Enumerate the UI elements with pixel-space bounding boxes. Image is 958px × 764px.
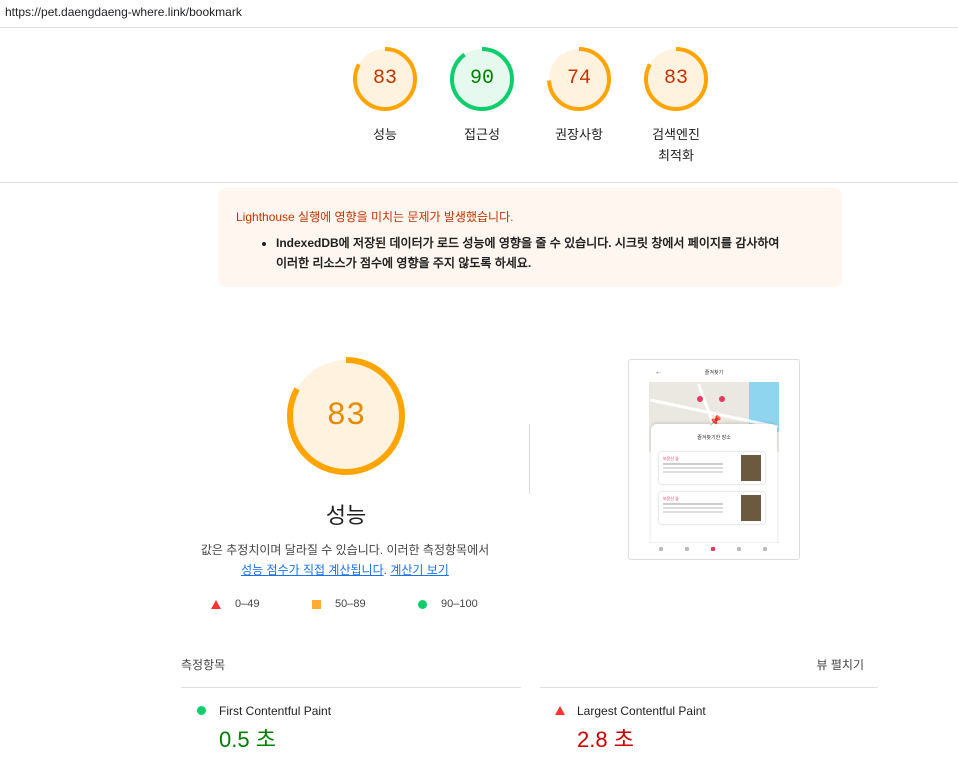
map-marker-icon xyxy=(697,396,703,402)
vertical-divider xyxy=(529,424,530,494)
warning-list: IndexedDB에 저장된 데이터가 로드 성능에 영향을 줄 수 있습니다.… xyxy=(236,233,824,273)
metrics-header: 측정항목 뷰 펼치기 xyxy=(181,656,878,676)
gauge-best-practices[interactable]: 74 권장사항 xyxy=(529,44,629,145)
legend-item-good: 90–100 xyxy=(418,598,478,610)
heart-icon xyxy=(711,547,715,551)
place-image xyxy=(741,495,761,521)
map-marker-icon xyxy=(719,396,725,402)
warning-item-line1: IndexedDB에 저장된 데이터가 로드 성능에 영향을 줄 수 있습니다.… xyxy=(276,236,780,250)
place-lines xyxy=(663,463,723,465)
gauge-seo[interactable]: 83 검색엔진 최적화 xyxy=(626,44,726,166)
nav-icon xyxy=(685,547,689,551)
phone-screenshot: ← 즐겨찾기 📌 즐겨찾기한 장소 보문산 숲 보문산 숲 xyxy=(649,364,779,556)
desc-text: 값은 추정치이며 달라질 수 있습니다. 이러한 측정항목에서 xyxy=(200,543,490,557)
circle-icon xyxy=(197,706,206,715)
place-card: 보문산 숲 xyxy=(659,452,765,484)
gauge-score: 90 xyxy=(469,67,494,90)
legend-item-average: 50–89 xyxy=(312,598,366,610)
metric-name: Largest Contentful Paint xyxy=(577,704,706,718)
warning-title: Lighthouse 실행에 영향을 미치는 문제가 발생했습니다. xyxy=(236,210,514,224)
metric-value: 2.8 초 xyxy=(577,727,634,752)
sheet-title: 즐겨찾기한 장소 xyxy=(697,435,731,441)
gauge-label: 성능 xyxy=(373,127,397,142)
gauge-label-line2: 최적화 xyxy=(658,148,694,163)
bookmark-sheet: 📌 즐겨찾기한 장소 보문산 숲 보문산 숲 xyxy=(651,416,777,556)
performance-title: 성능 xyxy=(325,503,367,528)
place-card: 보문산 숲 xyxy=(659,492,765,524)
warning-box: Lighthouse 실행에 영향을 미치는 문제가 발생했습니다. Index… xyxy=(218,188,842,287)
legend-range: 0–49 xyxy=(235,598,260,610)
expand-view-toggle[interactable]: 뷰 펼치기 xyxy=(817,656,865,673)
warning-item: IndexedDB에 저장된 데이터가 로드 성능에 영향을 줄 수 있습니다.… xyxy=(276,233,824,273)
gauge-performance[interactable]: 83 성능 xyxy=(335,44,435,145)
url-text: https://pet.daengdaeng-where.link/bookma… xyxy=(5,5,242,19)
metric-value: 0.5 초 xyxy=(219,727,276,752)
legend-range: 50–89 xyxy=(335,598,366,610)
nav-icon xyxy=(737,547,741,551)
metrics-title: 측정항목 xyxy=(181,658,226,672)
place-lines xyxy=(663,503,723,505)
score-gauges: 83 성능 90 접근성 74 권장사항 83 검색엔진 최적화 xyxy=(0,44,958,174)
divider xyxy=(0,182,958,183)
phone-header-title: 즐겨찾기 xyxy=(704,370,724,376)
circle-icon xyxy=(418,599,427,609)
warning-item-line2: 이러한 리소스가 점수에 영향을 주지 않도록 하세요. xyxy=(276,256,532,270)
divider xyxy=(540,687,878,688)
place-image xyxy=(741,455,761,481)
gauge-score: 83 xyxy=(372,67,397,90)
performance-score: 83 xyxy=(326,397,366,434)
metric-name: First Contentful Paint xyxy=(219,704,332,718)
score-calc-link[interactable]: 성능 점수가 직접 계산됩니다 xyxy=(241,563,383,577)
address-bar[interactable]: https://pet.daengdaeng-where.link/bookma… xyxy=(0,0,958,28)
gauge-score: 83 xyxy=(663,67,688,90)
triangle-icon xyxy=(555,706,565,715)
square-icon xyxy=(312,599,321,609)
gauge-label: 검색엔진 최적화 xyxy=(626,124,726,166)
gauge-label-line1: 검색엔진 xyxy=(652,127,700,142)
performance-description: 값은 추정치이며 달라질 수 있습니다. 이러한 측정항목에서 성능 점수가 직… xyxy=(180,540,510,580)
triangle-icon xyxy=(211,599,221,609)
phone-header: ← 즐겨찾기 xyxy=(649,364,779,382)
final-screenshot[interactable]: ← 즐겨찾기 📌 즐겨찾기한 장소 보문산 숲 보문산 숲 xyxy=(628,359,800,560)
gauge-accessibility[interactable]: 90 접근성 xyxy=(432,44,532,145)
place-title: 보문산 숲 xyxy=(663,456,679,461)
nav-icon xyxy=(659,547,663,551)
calculator-link[interactable]: 계산기 보기 xyxy=(390,563,449,577)
back-arrow-icon: ← xyxy=(655,369,662,376)
gauge-label: 접근성 xyxy=(464,127,500,142)
gauge-label: 권장사항 xyxy=(555,127,603,142)
legend-item-poor: 0–49 xyxy=(211,598,259,610)
place-title: 보문산 숲 xyxy=(663,496,679,501)
divider xyxy=(181,687,521,688)
phone-bottom-nav xyxy=(649,542,779,556)
score-legend: 0–49 50–89 90–100 xyxy=(0,598,958,614)
pin-icon: 📌 xyxy=(709,416,722,427)
nav-icon xyxy=(763,547,767,551)
gauge-score: 74 xyxy=(566,67,591,90)
legend-range: 90–100 xyxy=(441,598,478,610)
desc-period: . xyxy=(383,563,387,577)
